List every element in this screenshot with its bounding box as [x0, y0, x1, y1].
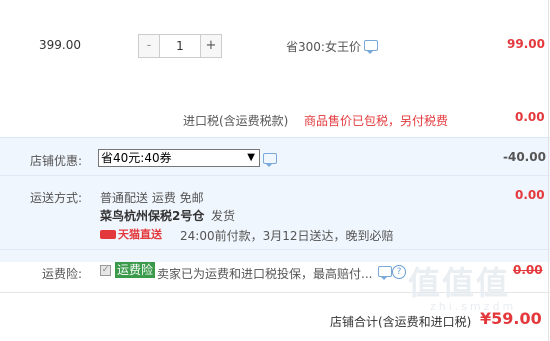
- shop-total-label: 店铺合计(含运费和进口税): [330, 315, 472, 329]
- tmall-logo-icon: [100, 229, 116, 239]
- shipping-method: 普通配送 运费 免邮: [100, 191, 204, 205]
- decrease-quantity-button[interactable]: -: [138, 34, 160, 58]
- insurance-amount: 0.00: [513, 263, 543, 277]
- insurance-tag: 运费险: [115, 262, 156, 278]
- coupon-select[interactable]: 省40元:40券 ▼: [98, 149, 260, 167]
- insurance-description: 卖家已为运费和进口税投保，最高赔付...: [157, 267, 373, 281]
- dropdown-arrow-icon: ▼: [247, 152, 255, 163]
- watermark-logo: 值值值: [408, 264, 511, 302]
- shipping-amount: 0.00: [515, 188, 545, 202]
- quantity-input[interactable]: 1: [160, 34, 200, 58]
- item-subtotal: 99.00: [507, 37, 545, 51]
- delivery-eta: 24:00前付款，3月12日送达，晚到必赔: [180, 229, 394, 243]
- divider: [0, 175, 550, 176]
- right-border: [548, 0, 549, 341]
- coupon-amount: -40.00: [503, 150, 546, 164]
- increase-quantity-button[interactable]: +: [200, 34, 222, 58]
- message-icon[interactable]: [263, 153, 277, 167]
- insurance-label: 运费险:: [42, 267, 83, 281]
- import-tax-amount: 0.00: [515, 110, 545, 124]
- tmall-direct-badge: 天猫直送: [100, 228, 162, 241]
- divider: [0, 249, 550, 250]
- coupon-selected-value: 省40元:40券: [101, 151, 172, 165]
- tmall-direct-label: 天猫直送: [118, 228, 162, 241]
- coupon-label: 店铺优惠:: [30, 154, 83, 168]
- quantity-stepper[interactable]: - 1 +: [138, 34, 222, 58]
- tax-included-note: 商品售价已包税，另付税费: [304, 114, 449, 128]
- message-icon[interactable]: [364, 40, 378, 54]
- insurance-checkbox[interactable]: ✓: [100, 265, 111, 276]
- promo-label: 省300:女王价: [286, 40, 361, 54]
- ship-from-word: 发货: [211, 209, 236, 223]
- help-icon[interactable]: ?: [392, 265, 406, 279]
- shop-total-amount: ¥59.00: [480, 309, 542, 328]
- shipping-label: 运送方式:: [30, 191, 83, 205]
- unit-price: 399.00: [39, 38, 81, 52]
- warehouse-name: 菜鸟杭州保税2号仓: [100, 209, 205, 223]
- import-tax-label: 进口税(含运费税款): [183, 114, 289, 128]
- message-icon[interactable]: [378, 266, 392, 280]
